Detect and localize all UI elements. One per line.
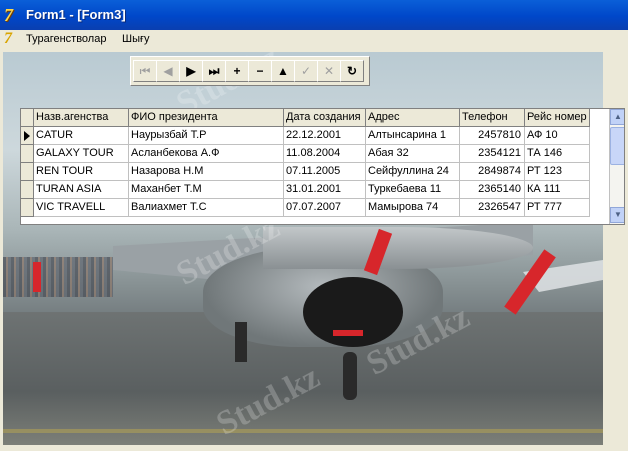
row-indicator[interactable] [21,127,34,145]
nav-next-button[interactable]: ▶ [179,60,203,82]
column-header-flight[interactable]: Рейс номер [525,109,590,127]
nav-refresh-button[interactable]: ↻ [340,60,364,82]
jet-tank-decoration [263,227,533,269]
row-indicator[interactable] [21,163,34,181]
table-cell[interactable]: 11.08.2004 [284,145,366,163]
column-header-date[interactable]: Дата создания [284,109,366,127]
column-header-agency[interactable]: Назв.агенства [34,109,129,127]
nav-first-button[interactable]: ⏮ [133,60,157,82]
table-cell[interactable]: Наурызбай Т.Р [129,127,284,145]
crowd-decoration [3,257,113,297]
nav-edit-button[interactable]: ▲ [271,60,295,82]
table-cell[interactable]: CATUR [34,127,129,145]
table-cell[interactable]: Асланбекова А.Ф [129,145,284,163]
column-header-address[interactable]: Адрес [366,109,460,127]
table-cell[interactable]: Туркебаева 11 [366,181,460,199]
nav-insert-button[interactable]: + [225,60,249,82]
table-cell[interactable]: Валиахмет Т.С [129,199,284,217]
table-cell[interactable]: КА 111 [525,181,590,199]
table-cell[interactable]: Назарова Н.М [129,163,284,181]
table-cell[interactable]: Абая 32 [366,145,460,163]
table-cell[interactable]: 07.11.2005 [284,163,366,181]
nav-post-button[interactable]: ✓ [294,60,318,82]
table-cell[interactable]: 07.07.2007 [284,199,366,217]
table-cell[interactable]: TURAN ASIA [34,181,129,199]
table-cell[interactable]: 2849874 [460,163,525,181]
app-icon: 7 [4,5,13,25]
remove-before-flight-tag-decoration [33,262,41,292]
table-cell[interactable]: 2365140 [460,181,525,199]
table-cell[interactable]: АФ 10 [525,127,590,145]
table-cell[interactable]: Алтынсарина 1 [366,127,460,145]
table-cell[interactable]: 22.12.2001 [284,127,366,145]
column-header-president[interactable]: ФИО президента [129,109,284,127]
scroll-up-icon[interactable]: ▲ [610,109,624,125]
row-indicator[interactable] [21,181,34,199]
table-cell[interactable]: Сейфуллина 24 [366,163,460,181]
nav-prior-button[interactable]: ◀ [156,60,180,82]
table-cell[interactable]: Мамырова 74 [366,199,460,217]
table-cell[interactable]: 2457810 [460,127,525,145]
row-indicator[interactable] [21,145,34,163]
db-navigator: ⏮ ◀ ▶ ⏭ + − ▲ ✓ ✕ ↻ [130,56,370,86]
current-row-arrow-icon [24,131,30,141]
nav-delete-button[interactable]: − [248,60,272,82]
nav-last-button[interactable]: ⏭ [202,60,226,82]
window-title: Form1 - [Form3] [26,7,126,22]
column-header-phone[interactable]: Телефон [460,109,525,127]
agencies-grid[interactable]: Назв.агенства ФИО президента Дата создан… [20,108,625,225]
table-cell[interactable]: 2354121 [460,145,525,163]
vertical-scrollbar[interactable]: ▲ ▼ [609,109,624,224]
table-cell[interactable]: GALAXY TOUR [34,145,129,163]
row-indicator[interactable] [21,199,34,217]
landing-gear-decoration [235,322,247,362]
nose-gear-decoration [343,352,357,400]
grid-header-indicator [21,109,34,127]
scroll-down-icon[interactable]: ▼ [610,207,624,223]
table-cell[interactable]: Маханбет Т.М [129,181,284,199]
runway-line-decoration [3,429,603,433]
table-cell[interactable]: VIC TRAVELL [34,199,129,217]
nav-cancel-button[interactable]: ✕ [317,60,341,82]
table-cell[interactable]: ТА 146 [525,145,590,163]
mdi-child-icon[interactable]: 7 [4,31,20,47]
table-cell[interactable]: REN TOUR [34,163,129,181]
menu-item-exit[interactable]: Шығу [122,33,150,45]
table-cell[interactable]: 31.01.2001 [284,181,366,199]
scroll-thumb[interactable] [610,127,624,165]
menu-item-agencies[interactable]: Турагенстволар [26,33,106,45]
table-cell[interactable]: РТ 123 [525,163,590,181]
title-bar[interactable]: 7 Form1 - [Form3] [0,0,628,30]
table-cell[interactable]: 2326547 [460,199,525,217]
menu-bar: 7 Турагенстволар Шығу [0,30,628,50]
table-cell[interactable]: РТ 777 [525,199,590,217]
remove-before-flight-tag-decoration [333,330,363,336]
